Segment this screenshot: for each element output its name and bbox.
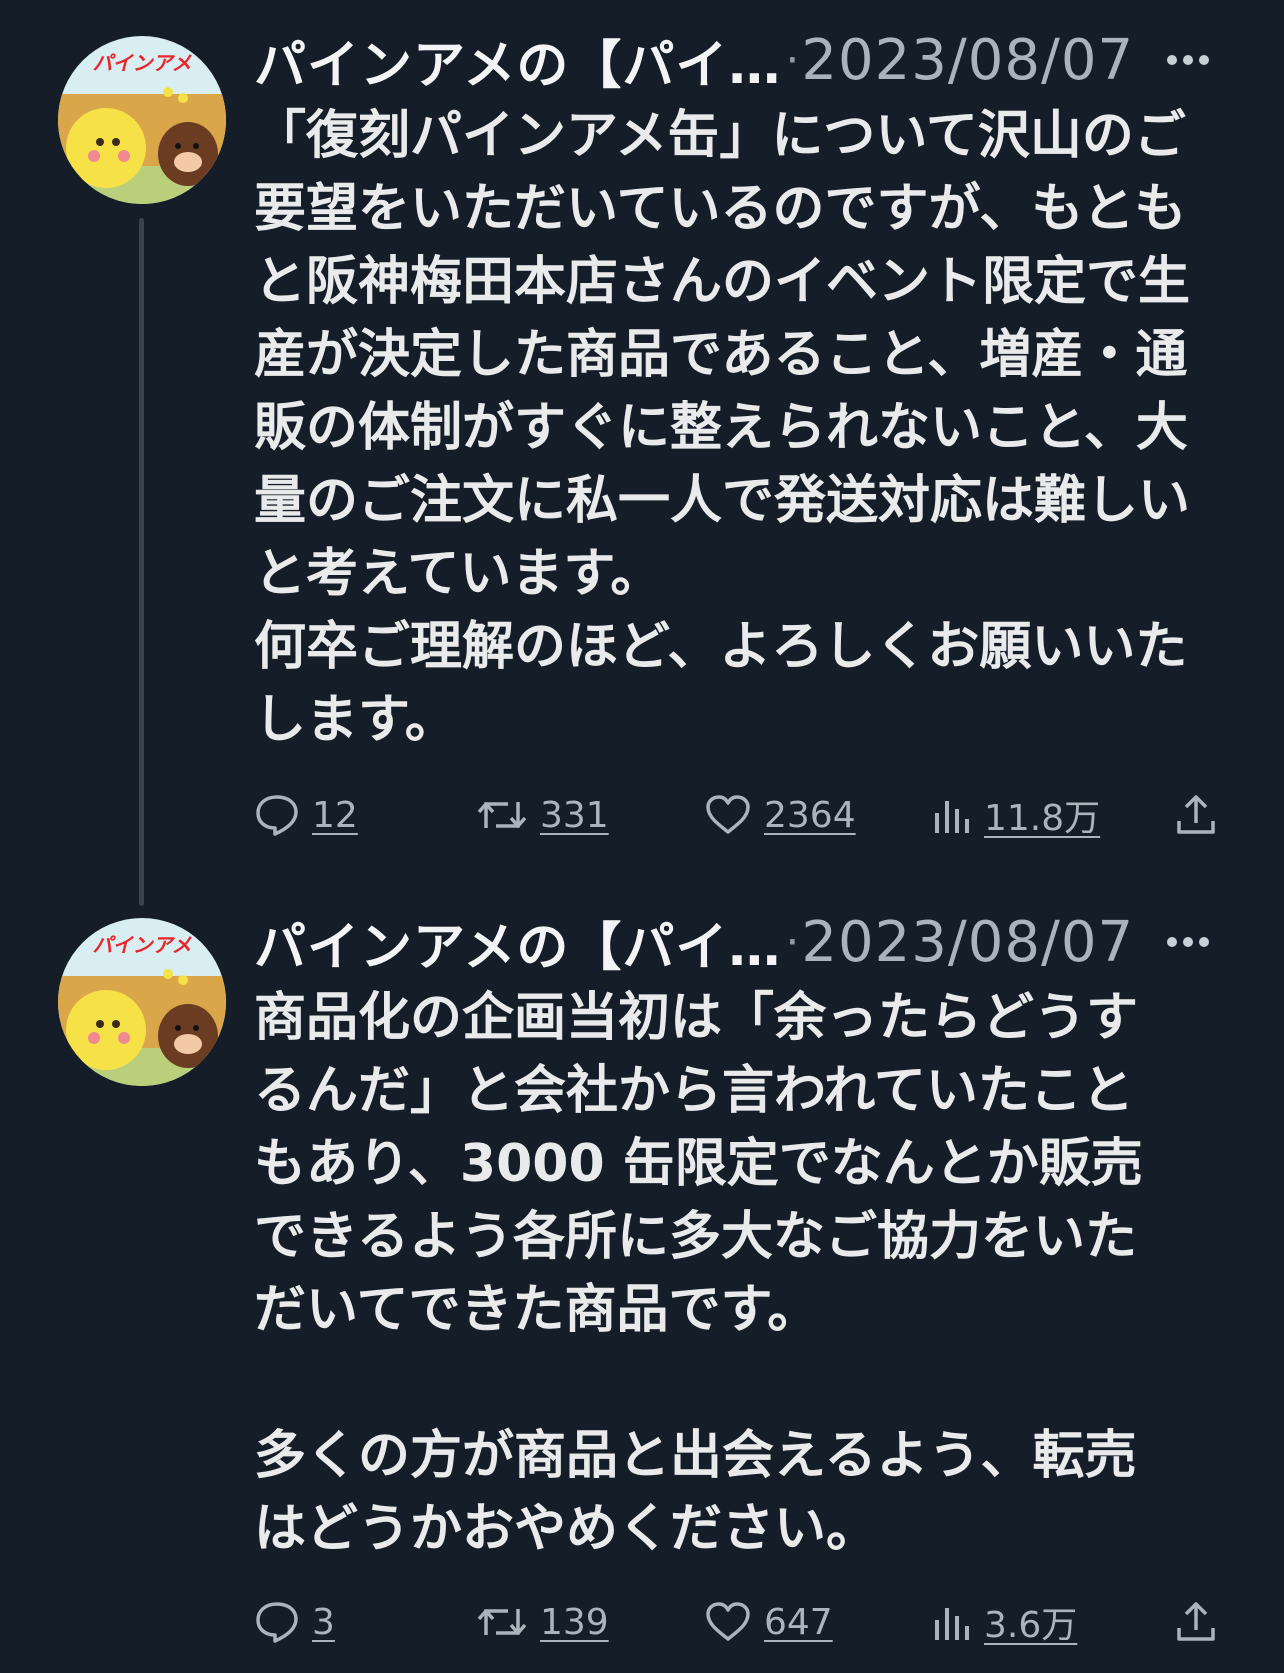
action-bar: 3 139 647 3.6万 [254,1592,1224,1652]
retweet-button[interactable]: 139 [476,1592,609,1652]
views-icon [935,801,969,833]
reply-icon [256,1602,298,1643]
tweet[interactable]: パインアメ パインアメの【パイ… · 2023/08/07 商品化の企画当初は「… [0,882,1284,1673]
text-line: 多くの方が商品と出会えるよう、転売 [254,1426,1137,1486]
retweet-count: 331 [540,794,609,836]
views-button[interactable]: 11.8万 [932,785,1100,845]
text-line: 商品化の企画当初は「余ったらどうす [254,988,1139,1048]
more-button[interactable] [1158,30,1218,90]
tweet-text: 「復刻パインアメ缶」について沢山のご 要望をいただいているのですが、もとも と阪… [254,100,1224,757]
share-icon [1177,795,1215,834]
tweet-date[interactable]: 2023/08/07 [801,28,1134,93]
reply-count: 3 [312,1601,335,1643]
share-button[interactable] [1174,785,1218,845]
share-icon [1177,1602,1215,1641]
tweet-header: パインアメの【パイ… · 2023/08/07 [254,906,1134,978]
text-line: 産が決定した商品であること、増産・通 [254,325,1188,385]
more-button[interactable] [1158,912,1218,972]
retweet-button[interactable]: 331 [476,785,609,845]
reply-icon [256,795,298,836]
separator-dot: · [785,916,800,968]
more-icon [1167,937,1209,947]
text-line: だいてできた商品です。 [254,1280,820,1340]
like-button[interactable]: 647 [704,1592,833,1652]
like-button[interactable]: 2364 [704,785,856,845]
heart-icon [706,1602,750,1641]
text-line: もあり、3000 缶限定でなんとか販売 [254,1134,1143,1194]
retweet-icon [477,1609,527,1635]
tweet-text: 商品化の企画当初は「余ったらどうす るんだ」と会社から言われていたこと もあり、… [254,982,1224,1566]
retweet-icon [477,802,527,828]
text-line: はどうかおやめください。 [254,1499,879,1559]
text-line: 販の体制がすぐに整えられないこと、大 [254,398,1188,458]
like-count: 2364 [764,794,856,836]
more-icon [1167,55,1209,65]
reply-count: 12 [312,794,358,836]
tweet[interactable]: パインアメ パインアメの【パイ… · 2023/08/07 「復刻パインアメ缶」… [0,0,1284,882]
like-count: 647 [764,1601,833,1643]
text-line [254,1347,1224,1420]
avatar-image: パインアメ [58,918,226,1086]
views-count: 3.6万 [984,1605,1078,1646]
text-line: と考えています。 [254,544,663,604]
tweet-header: パインアメの【パイ… · 2023/08/07 [254,24,1134,96]
heart-icon [706,795,750,834]
views-icon [935,1608,969,1640]
text-line: 量のご注文に私一人で発送対応は難しい [254,471,1191,531]
avatar[interactable]: パインアメ [58,36,226,204]
text-line: します。 [254,690,457,750]
views-button[interactable]: 3.6万 [932,1592,1077,1652]
logo-text: パインアメ [93,51,193,75]
author-name[interactable]: パインアメの【パイ… [254,905,781,980]
logo-text: パインアメ [93,933,193,957]
views-count: 11.8万 [984,798,1101,839]
author-name[interactable]: パインアメの【パイ… [254,23,781,98]
avatar-image: パインアメ [58,36,226,204]
separator-dot: · [785,34,800,86]
text-line: るんだ」と会社から言われていたこと [254,1061,1134,1121]
text-line: 「復刻パインアメ缶」について沢山のご [254,106,1186,166]
share-button[interactable] [1174,1592,1218,1652]
text-line: と阪神梅田本店さんのイベント限定で生 [254,252,1191,312]
retweet-count: 139 [540,1601,609,1643]
text-line: 何卒ご理解のほど、よろしくお願いいた [254,617,1188,677]
reply-button[interactable]: 3 [254,1592,335,1652]
avatar[interactable]: パインアメ [58,918,226,1086]
text-line: できるよう各所に多大なご協力をいた [254,1207,1137,1267]
tweet-date[interactable]: 2023/08/07 [801,910,1134,975]
action-bar: 12 331 2364 11.8万 [254,785,1224,845]
text-line: 要望をいただいているのですが、もとも [254,179,1187,239]
reply-button[interactable]: 12 [254,785,358,845]
